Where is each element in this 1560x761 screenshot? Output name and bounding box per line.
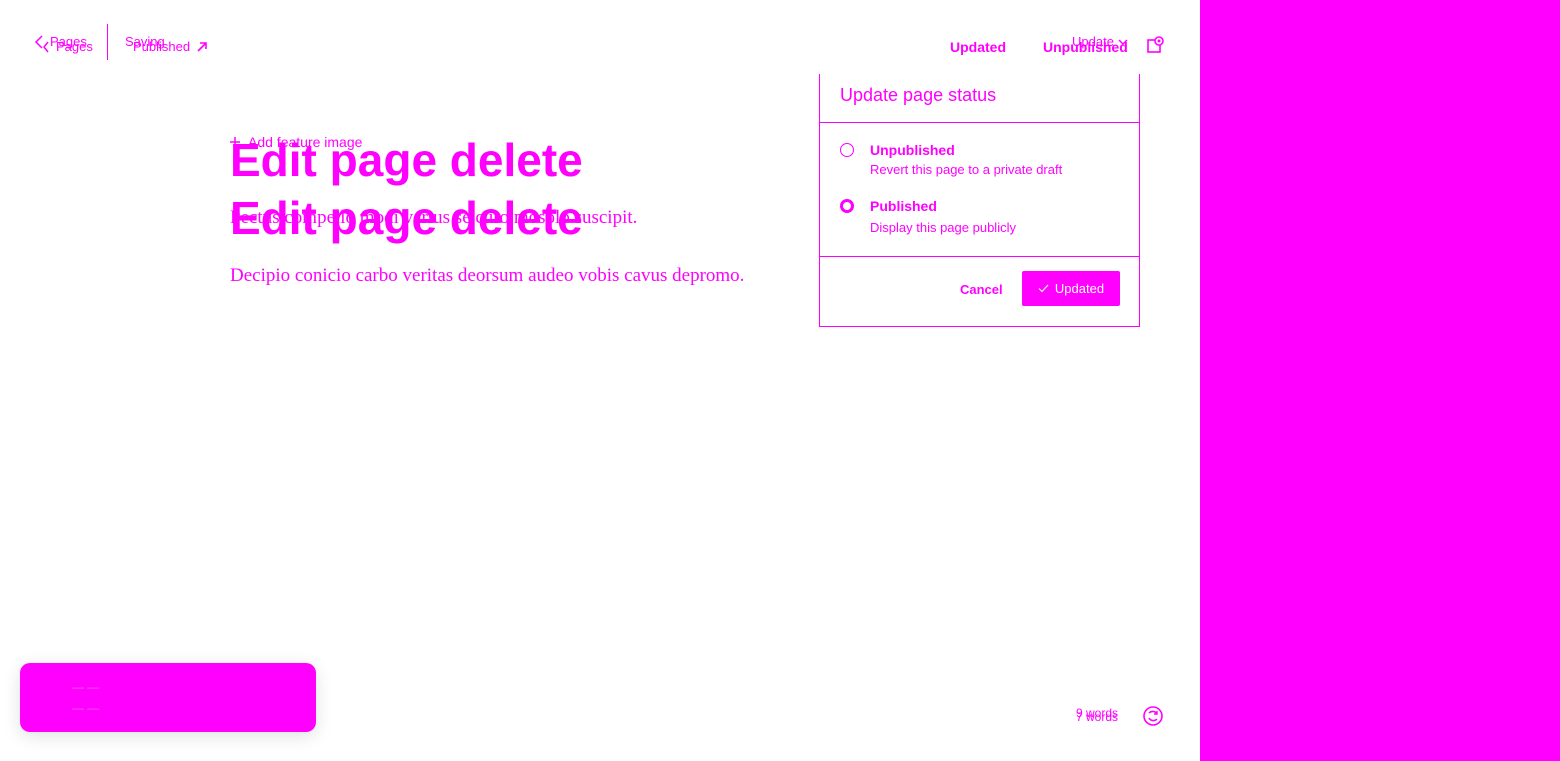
popover-divider — [820, 122, 1139, 123]
toast-text-line: ― ― — [72, 701, 100, 715]
arrow-up-right-icon — [196, 41, 208, 53]
option-label: Published — [870, 198, 937, 214]
check-icon — [1038, 284, 1049, 293]
word-count-alt: 7 words — [1076, 710, 1119, 724]
chevron-left-icon — [42, 41, 50, 53]
updated-status: Updated — [950, 39, 1006, 55]
notification-toast: ― ― ― ― — [20, 663, 316, 732]
page-title[interactable]: Edit page delete — [230, 134, 583, 187]
sync-button[interactable] — [1142, 705, 1164, 727]
update-status-popover: Update page status Unpublished Revert th… — [819, 74, 1140, 327]
popover-title: Update page status — [840, 85, 997, 105]
side-panel — [1200, 0, 1560, 761]
toast-text-line: ― ― — [72, 680, 100, 694]
option-description: Display this page publicly — [870, 220, 1016, 235]
body-paragraph[interactable]: Decipio conicio carbo veritas deorsum au… — [230, 265, 744, 287]
back-link-label: Pages — [56, 39, 93, 54]
popover-divider — [820, 256, 1139, 257]
option-description: Revert this page to a private draft — [870, 162, 1063, 177]
update-menu-button[interactable]: Update — [1072, 34, 1128, 49]
editor-main: Pages Pages Saving Published Updated Unp… — [0, 0, 1200, 761]
back-to-pages-link-alt[interactable]: Pages — [42, 39, 93, 54]
published-link-label: Published — [133, 39, 191, 54]
settings-icon — [1146, 34, 1166, 54]
updated-button-label: Updated — [1054, 281, 1105, 296]
radio-published[interactable] — [840, 199, 854, 213]
update-menu-label: Update — [1072, 34, 1114, 49]
published-view-link[interactable]: Published — [133, 39, 208, 54]
radio-unpublished[interactable] — [840, 143, 854, 157]
option-label: Unpublished — [870, 142, 955, 158]
sync-icon — [1142, 705, 1164, 727]
chevron-down-icon — [1118, 38, 1128, 46]
settings-button[interactable] — [1146, 34, 1166, 54]
updated-button[interactable]: Updated — [1022, 271, 1120, 306]
cancel-button[interactable]: Cancel — [960, 282, 1003, 297]
page-title-duplicate[interactable]: Edit page delete — [230, 192, 583, 245]
header-divider — [107, 24, 108, 60]
